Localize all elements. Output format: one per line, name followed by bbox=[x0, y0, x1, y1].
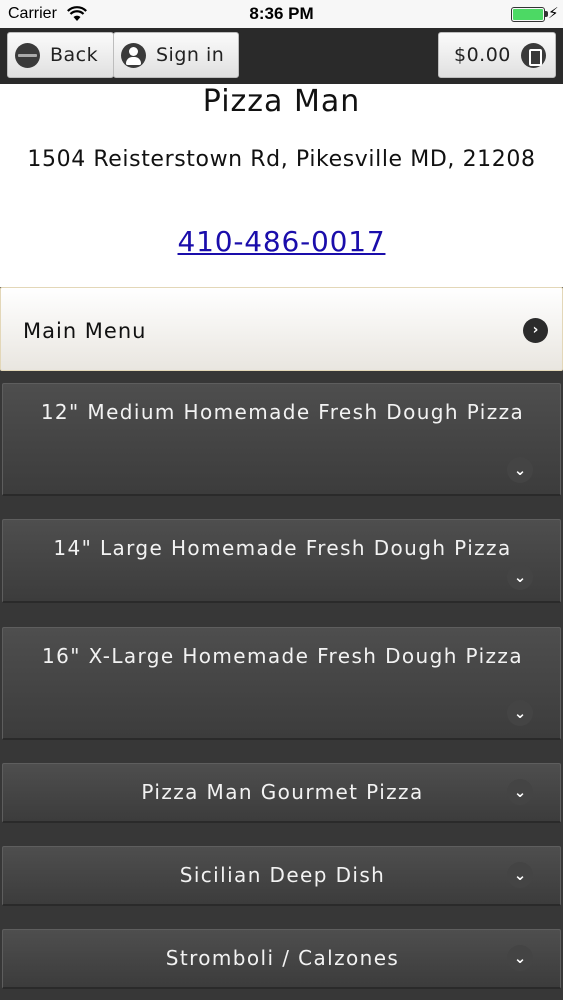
sign-in-button[interactable]: Sign in bbox=[113, 32, 239, 78]
cart-icon bbox=[520, 42, 546, 68]
category-item-stromboli[interactable]: Stromboli / Calzones bbox=[2, 929, 561, 989]
category-item-sicilian[interactable]: Sicilian Deep Dish bbox=[2, 846, 561, 906]
cart-button[interactable]: $0.00 bbox=[438, 32, 556, 78]
charging-icon: ⚡ bbox=[548, 4, 559, 22]
category-label: 14" Large Homemade Fresh Dough Pizza bbox=[53, 536, 512, 560]
category-label: Stromboli / Calzones bbox=[165, 946, 400, 970]
chevron-down-icon: ⌄ bbox=[507, 862, 533, 888]
chevron-right-icon: › bbox=[523, 318, 548, 343]
chevron-down-icon: ⌄ bbox=[507, 700, 533, 726]
phone-link[interactable]: 410-486-0017 bbox=[178, 225, 386, 258]
battery-icon bbox=[511, 7, 545, 22]
category-item-14-large[interactable]: 14" Large Homemade Fresh Dough Pizza bbox=[2, 519, 561, 603]
restaurant-address: 1504 Reisterstown Rd, Pikesville MD, 212… bbox=[27, 147, 536, 172]
cart-total: $0.00 bbox=[454, 44, 511, 66]
back-label: Back bbox=[50, 44, 99, 66]
category-label: Sicilian Deep Dish bbox=[179, 863, 386, 887]
back-button[interactable]: Back bbox=[7, 32, 114, 78]
main-menu-button[interactable]: Main Menu bbox=[0, 287, 563, 371]
category-label: 16" X-Large Homemade Fresh Dough Pizza bbox=[42, 644, 523, 668]
user-icon bbox=[121, 42, 146, 68]
back-icon bbox=[15, 42, 40, 68]
restaurant-header: Pizza Man 1504 Reisterstown Rd, Pikesvil… bbox=[0, 84, 563, 287]
clock: 8:36 PM bbox=[249, 4, 314, 23]
status-bar: Carrier 8:36 PM ⚡ bbox=[0, 0, 563, 28]
category-label: 12" Medium Homemade Fresh Dough Pizza bbox=[40, 400, 525, 424]
sign-in-label: Sign in bbox=[156, 44, 225, 66]
category-item-12-medium[interactable]: 12" Medium Homemade Fresh Dough Pizza bbox=[2, 383, 561, 496]
category-item-gourmet[interactable]: Pizza Man Gourmet Pizza bbox=[2, 763, 561, 823]
category-label: Pizza Man Gourmet Pizza bbox=[141, 780, 424, 804]
chevron-down-icon: ⌄ bbox=[507, 564, 533, 590]
chevron-down-icon: ⌄ bbox=[507, 779, 533, 805]
restaurant-phone-container: 410-486-0017 bbox=[0, 225, 563, 258]
chevron-down-icon: ⌄ bbox=[507, 945, 533, 971]
chevron-down-icon: ⌄ bbox=[507, 457, 533, 483]
main-menu-label: Main Menu bbox=[23, 319, 147, 343]
restaurant-name: Pizza Man bbox=[202, 84, 361, 119]
nav-bar: Back Sign in $0.00 bbox=[0, 28, 563, 84]
category-item-16-xlarge[interactable]: 16" X-Large Homemade Fresh Dough Pizza bbox=[2, 627, 561, 740]
